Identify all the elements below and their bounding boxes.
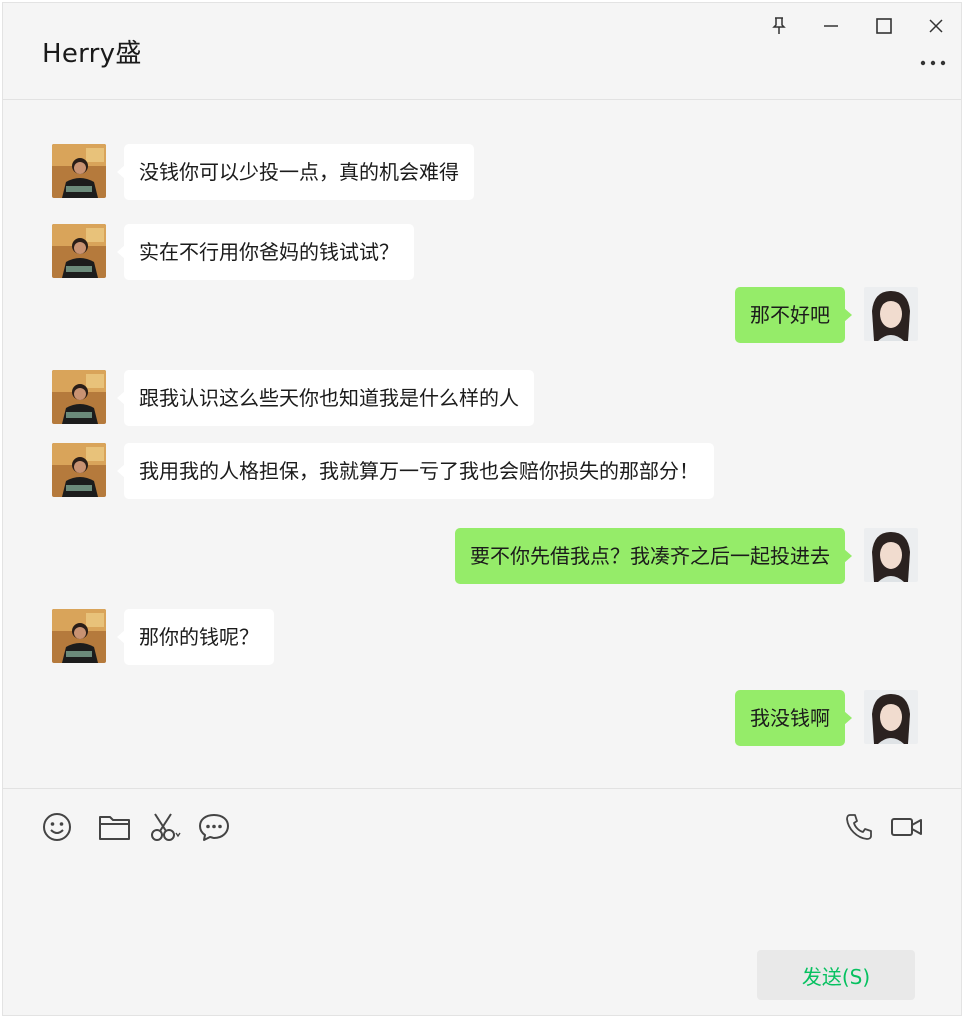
folder-icon[interactable] — [97, 809, 133, 845]
send-button[interactable]: 发送(S) — [757, 950, 915, 1000]
message-incoming: 实在不行用你爸妈的钱试试？ — [117, 224, 414, 280]
scissors-icon[interactable] — [148, 809, 184, 845]
message-list: 没钱你可以少投一点，真的机会难得 实在不行用你爸妈的钱试试？ 那不好吧 跟我认识… — [3, 100, 961, 788]
message-incoming: 那你的钱呢？ — [117, 609, 274, 665]
emoji-icon[interactable] — [39, 809, 75, 845]
message-incoming: 跟我认识这么些天你也知道我是什么样的人 — [117, 370, 534, 426]
chat-header: Herry盛 — [3, 3, 961, 100]
close-icon[interactable] — [923, 13, 949, 39]
message-outgoing: 要不你先借我点？我凑齐之后一起投进去 — [455, 528, 852, 584]
my-avatar[interactable] — [864, 690, 918, 744]
contact-avatar[interactable] — [52, 370, 106, 424]
message-outgoing: 那不好吧 — [735, 287, 852, 343]
input-area[interactable]: 发送(S) — [3, 788, 961, 1015]
video-icon[interactable] — [889, 809, 925, 845]
my-avatar[interactable] — [864, 528, 918, 582]
minimize-icon[interactable] — [818, 13, 844, 39]
my-avatar[interactable] — [864, 287, 918, 341]
chat-window: Herry盛 没钱你可以少投一点，真的机会难得 实在不行用你爸妈的钱试试？ 那不… — [2, 2, 962, 1016]
contact-avatar[interactable] — [52, 224, 106, 278]
contact-avatar[interactable] — [52, 144, 106, 198]
message-outgoing: 我没钱啊 — [735, 690, 852, 746]
maximize-icon[interactable] — [871, 13, 897, 39]
chat-bubble-icon[interactable] — [196, 809, 232, 845]
phone-icon[interactable] — [841, 809, 877, 845]
contact-avatar[interactable] — [52, 609, 106, 663]
contact-avatar[interactable] — [52, 443, 106, 497]
message-incoming: 我用我的人格担保，我就算万一亏了我也会赔你损失的那部分！ — [117, 443, 714, 499]
more-icon[interactable] — [919, 53, 947, 73]
pin-icon[interactable] — [766, 13, 792, 39]
chat-title: Herry盛 — [42, 39, 142, 69]
message-incoming: 没钱你可以少投一点，真的机会难得 — [117, 144, 474, 200]
